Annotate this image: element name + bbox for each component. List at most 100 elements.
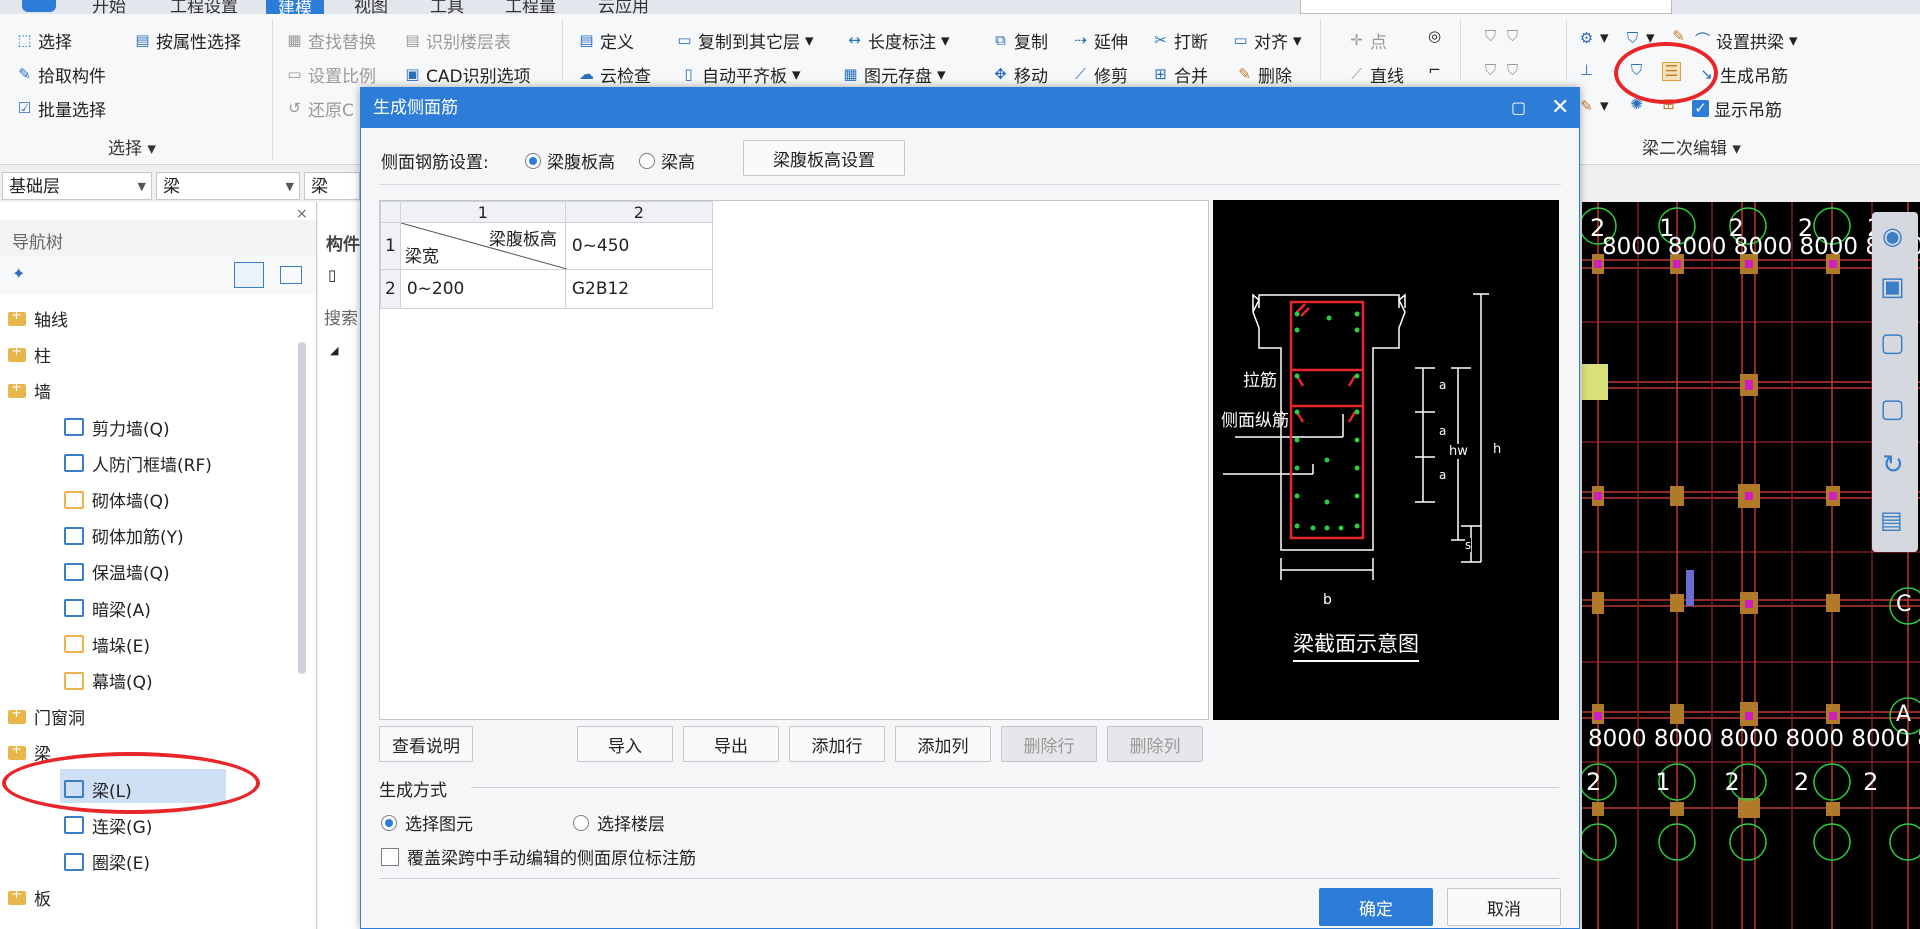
tree-item[interactable]: 砌体墙(Q)	[64, 487, 170, 512]
3d-view-icon[interactable]: ▣	[1880, 272, 1905, 302]
restore-cad-button[interactable]: ↺ 还原C	[286, 96, 354, 122]
close-icon[interactable]: ✕	[1551, 88, 1569, 128]
tree-item[interactable]: 幕墙(Q)	[64, 668, 153, 693]
expand-icon[interactable]: ◢	[330, 344, 338, 357]
rect-draw-button[interactable]: ⌐	[1426, 62, 1443, 79]
tree-item[interactable]: 连梁(G)	[64, 813, 152, 838]
add-column-button[interactable]: 添加列	[895, 726, 991, 762]
col-header[interactable]: 2	[564, 201, 713, 223]
box-view-icon[interactable]: ▢	[1880, 394, 1905, 424]
align-button[interactable]: ▭ 对齐 ▾	[1232, 28, 1301, 54]
tree-item[interactable]: 砌体加筋(Y)	[64, 523, 184, 548]
delete-button[interactable]: ✎ 删除	[1236, 62, 1292, 88]
beam-tool-button[interactable]: ⚙ ▾	[1578, 28, 1609, 48]
subtype-selector[interactable]: 梁	[304, 172, 360, 200]
filter-2-button[interactable]: ⛉ ⛉	[1482, 62, 1521, 79]
tree-item[interactable]: 剪力墙(Q)	[64, 415, 170, 440]
trim-button[interactable]: ⟋ 修剪	[1072, 62, 1128, 88]
floor-selector[interactable]: 基础层 ▼	[2, 172, 152, 200]
cad-options-button[interactable]: ▣ CAD识别选项	[404, 62, 530, 88]
length-dimension-button[interactable]: ↔ 长度标注 ▾	[846, 28, 949, 54]
import-button[interactable]: 导入	[577, 726, 673, 762]
row-header[interactable]: 2	[380, 269, 401, 309]
cube-view-icon[interactable]: ▢	[1880, 328, 1905, 358]
new-component-icon[interactable]: ▯	[328, 266, 336, 284]
beam-edit-button[interactable]: ⊥	[1578, 62, 1595, 79]
list-view-icon[interactable]	[234, 262, 264, 288]
tree-item[interactable]: 保温墙(Q)	[64, 559, 170, 584]
scrollbar[interactable]	[298, 342, 306, 674]
filter-button[interactable]: ⛉ ⛉	[1482, 28, 1521, 45]
beam-edit-group-label[interactable]: 梁二次编辑 ▾	[1642, 134, 1741, 159]
tab-view[interactable]: 视图	[354, 0, 388, 14]
maximize-icon[interactable]: ▢	[1511, 88, 1526, 128]
radio-web-height[interactable]: 梁腹板高	[525, 148, 615, 173]
tree-item[interactable]: 暗梁(A)	[64, 596, 151, 621]
merge-button[interactable]: ⊞ 合并	[1152, 62, 1208, 88]
tree-item[interactable]: 墙	[8, 378, 51, 403]
component-search[interactable]: 搜索	[324, 304, 358, 329]
grid-cell[interactable]: G2B12	[564, 269, 713, 309]
ok-button[interactable]: 确定	[1319, 888, 1433, 926]
row-header[interactable]: 1	[380, 222, 401, 270]
drawing-canvas[interactable]: 2122232425 8000 8000 8000 8000 8000 800 …	[1582, 202, 1920, 929]
cloud-check-button[interactable]: ☁ 云检查	[578, 62, 651, 88]
app-logo[interactable]	[22, 0, 56, 12]
view-help-button[interactable]: 查看说明	[379, 726, 473, 762]
type-selector[interactable]: 梁 ▼	[156, 172, 300, 200]
tab-modeling[interactable]: 建模	[266, 0, 324, 14]
find-replace-button[interactable]: ▦ 查找替换	[286, 28, 376, 54]
add-icon[interactable]: ✦	[12, 264, 25, 283]
element-save-button[interactable]: ▦ 图元存盘 ▾	[842, 62, 945, 88]
radio-select-floor[interactable]: 选择楼层	[573, 810, 665, 835]
rotate-icon[interactable]: ↻	[1882, 450, 1904, 480]
set-scale-button[interactable]: ▭ 设置比例	[286, 62, 376, 88]
card-view-icon[interactable]	[280, 266, 302, 284]
circle-draw-button[interactable]: ◎	[1426, 28, 1443, 45]
tree-item[interactable]: 板	[8, 885, 51, 910]
tab-project-settings[interactable]: 工程设置	[170, 0, 238, 14]
radio-beam-height[interactable]: 梁高	[639, 148, 695, 173]
pick-component-button[interactable]: ✎ 拾取构件	[16, 62, 106, 88]
radio-select-element[interactable]: 选择图元	[381, 810, 473, 835]
move-button[interactable]: ✥ 移动	[992, 62, 1048, 88]
select-by-attribute-button[interactable]: ▤ 按属性选择	[134, 28, 241, 54]
show-hanger-checkbox[interactable]: ✓ 显示吊筋	[1692, 96, 1782, 121]
cancel-button[interactable]: 取消	[1447, 888, 1561, 926]
tab-quantities[interactable]: 工程量	[505, 0, 556, 14]
batch-select-button[interactable]: ☑ 批量选择	[16, 96, 106, 122]
col-header[interactable]: 1	[399, 201, 566, 223]
orbit-icon[interactable]: ◉	[1882, 222, 1903, 250]
tree-item[interactable]: 门窗洞	[8, 704, 85, 729]
identify-floor-table-button[interactable]: ▤ 识别楼层表	[404, 28, 511, 54]
export-button[interactable]: 导出	[683, 726, 779, 762]
delete-row-button[interactable]: 删除行	[1001, 726, 1097, 762]
delete-column-button[interactable]: 删除列	[1107, 726, 1203, 762]
tree-item[interactable]: 人防门框墙(RF)	[64, 451, 212, 476]
extend-button[interactable]: ⇢ 延伸	[1072, 28, 1128, 54]
tree-item[interactable]: 墙垛(E)	[64, 632, 150, 657]
copy-to-floor-button[interactable]: ▭ 复制到其它层 ▾	[676, 28, 813, 54]
select-button[interactable]: ⬚ 选择	[16, 28, 72, 54]
line-button[interactable]: ⟋ 直线	[1348, 62, 1404, 88]
overwrite-checkbox[interactable]: 覆盖梁跨中手动编辑的侧面原位标注筋	[381, 844, 696, 869]
add-row-button[interactable]: 添加行	[789, 726, 885, 762]
search-input[interactable]	[1300, 0, 1672, 14]
tree-item[interactable]: 圈梁(E)	[64, 849, 150, 874]
web-height-settings-button[interactable]: 梁腹板高设置	[743, 140, 905, 176]
tab-cloud-app[interactable]: 云应用	[598, 0, 649, 14]
rebar-grid[interactable]: 1 2 1 梁腹板高 梁宽 0~450 2 0~200 G2B12	[379, 200, 1209, 720]
grid-corner-cell[interactable]: 梁腹板高 梁宽	[399, 222, 567, 270]
copy-button[interactable]: ⧉ 复制	[992, 28, 1048, 54]
beam-misc-button[interactable]: ✎ ▾	[1578, 96, 1608, 116]
select-group-label[interactable]: 选择 ▾	[108, 134, 156, 159]
auto-flat-slab-button[interactable]: ▯ 自动平齐板 ▾	[680, 62, 800, 88]
grid-cell[interactable]: 0~450	[564, 222, 713, 270]
tree-item[interactable]: 柱	[8, 342, 51, 367]
set-arch-beam-button[interactable]: ⌒ 设置拱梁 ▾	[1694, 28, 1798, 54]
break-button[interactable]: ✂ 打断	[1152, 28, 1208, 54]
point-button[interactable]: ✛ 点	[1348, 28, 1387, 54]
define-button[interactable]: ▤ 定义	[578, 28, 634, 54]
tab-start[interactable]: 开始	[92, 0, 126, 14]
tab-tools[interactable]: 工具	[430, 0, 464, 14]
